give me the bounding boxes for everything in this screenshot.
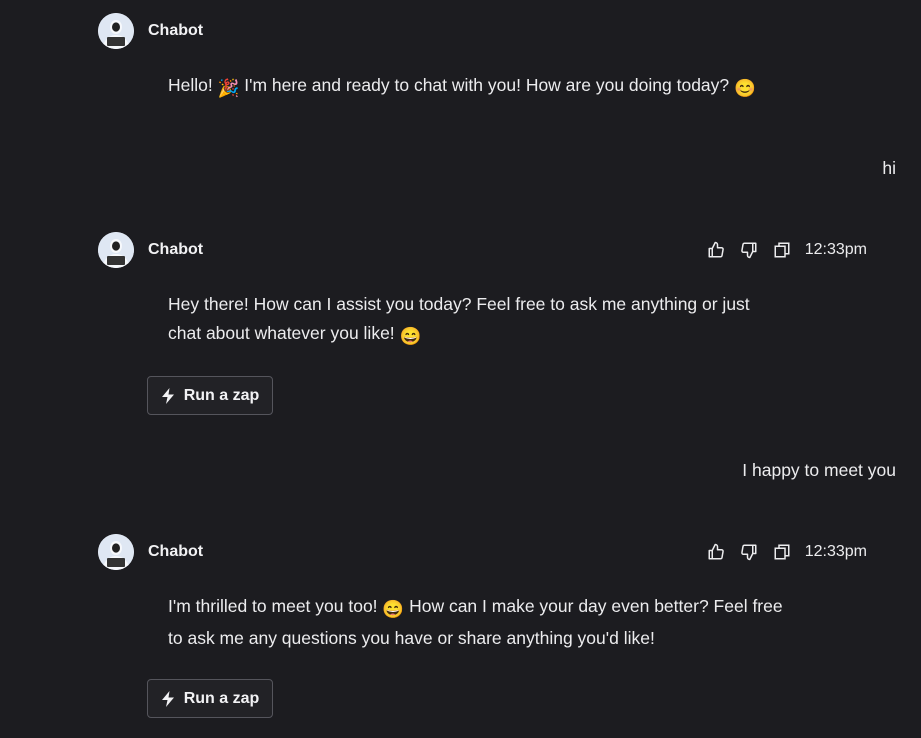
- run-zap-button[interactable]: Run a zap: [147, 376, 273, 415]
- bot-avatar: [98, 13, 134, 49]
- copy-icon[interactable]: [772, 542, 792, 562]
- bot-message-text: I'm thrilled to meet you too! 😄 How can …: [168, 596, 783, 648]
- bot-message-text: Hey there! How can I assist you today? F…: [168, 290, 848, 351]
- bot-avatar: [98, 232, 134, 268]
- grinning-face-icon: 😄: [399, 326, 422, 346]
- party-popper-icon: 🎉: [217, 78, 240, 98]
- message-header: Chabot: [98, 13, 203, 49]
- message-timestamp: 12:33pm: [804, 543, 867, 560]
- smiling-face-icon: 😊: [734, 78, 756, 98]
- chat-thread: Chabot Hello! 🎉 I'm here and ready to ch…: [0, 0, 921, 738]
- message-actions: 12:33pm: [706, 232, 867, 268]
- lightning-icon: [161, 690, 174, 707]
- message-header: Chabot: [98, 232, 203, 268]
- bot-avatar: [98, 534, 134, 570]
- run-zap-button[interactable]: Run a zap: [147, 679, 273, 718]
- bot-name: Chabot: [148, 543, 204, 560]
- copy-icon[interactable]: [772, 240, 792, 260]
- thumbs-up-icon[interactable]: [706, 240, 726, 260]
- bot-message-text: Hello! 🎉 I'm here and ready to chat with…: [168, 71, 848, 103]
- user-message: hi: [882, 158, 896, 178]
- message-actions: 12:33pm: [706, 534, 867, 570]
- message-header: Chabot: [98, 534, 203, 570]
- thumbs-up-icon[interactable]: [706, 542, 726, 562]
- run-zap-label: Run a zap: [183, 386, 260, 404]
- bot-name: Chabot: [148, 241, 204, 258]
- bot-name: Chabot: [148, 22, 204, 39]
- run-zap-label: Run a zap: [183, 689, 260, 707]
- message-timestamp: 12:33pm: [804, 241, 867, 258]
- user-message: I happy to meet you: [742, 460, 896, 480]
- thumbs-down-icon[interactable]: [739, 240, 759, 260]
- thumbs-down-icon[interactable]: [739, 542, 759, 562]
- grinning-face-icon: 😄: [382, 599, 405, 619]
- lightning-icon: [161, 387, 174, 404]
